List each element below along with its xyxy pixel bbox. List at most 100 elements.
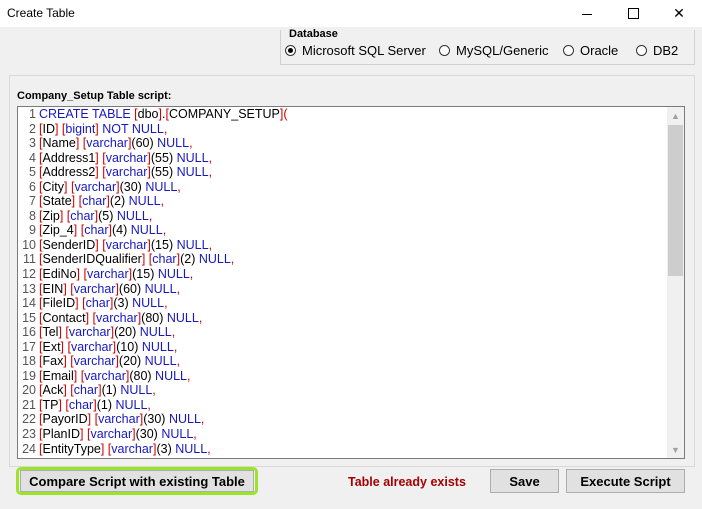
code-token: (2) <box>109 194 129 209</box>
code-token: Fax <box>42 354 64 369</box>
code-text: [EdiNo] [varchar](15) NULL, <box>39 267 193 282</box>
code-token: , <box>152 383 156 398</box>
code-text: [Address2] [varchar](55) NULL, <box>39 165 212 180</box>
code-token: varchar <box>105 150 148 165</box>
code-line: 22 [PayorID] [varchar](30) NULL, <box>18 412 667 427</box>
code-text: [Address1] [varchar](55) NULL, <box>39 151 212 166</box>
code-token: varchar <box>111 441 153 456</box>
code-line: 6 [City] [varchar](30) NULL, <box>18 180 667 195</box>
code-token: ] [ <box>76 267 87 282</box>
scroll-up-icon[interactable]: ▲ <box>667 107 684 124</box>
line-number: 11 <box>23 252 36 267</box>
radio-mssql[interactable]: Microsoft SQL Server <box>285 43 426 58</box>
code-token: varchar <box>90 427 133 442</box>
code-token: ] [ <box>95 150 106 165</box>
code-text: [EntityType] [varchar](3) NULL, <box>39 442 211 457</box>
radio-db2[interactable]: DB2 <box>636 43 678 58</box>
code-token: char <box>82 194 107 209</box>
line-number: 22 <box>22 412 36 427</box>
code-token: ] [ <box>59 208 71 223</box>
code-token: Zip_4 <box>42 223 74 238</box>
maximize-icon <box>627 8 639 19</box>
code-token: Ext <box>42 339 61 354</box>
code-token: (2) <box>180 252 199 267</box>
status-text: Table already exists <box>348 475 466 489</box>
compare-script-button[interactable]: Compare Script with existing Table <box>20 470 254 492</box>
code-token: NULL <box>144 354 177 369</box>
code-token: char <box>68 397 94 412</box>
scroll-down-icon[interactable]: ▼ <box>667 441 684 458</box>
code-token: NULL <box>176 165 209 180</box>
code-token: , <box>208 237 213 252</box>
code-text: [Zip_4] [char](4) NULL, <box>39 223 166 238</box>
code-token: varchar <box>74 179 117 194</box>
code-text: [Contact] [varchar](80) NULL, <box>39 311 202 326</box>
radio-mssql-label: Microsoft SQL Server <box>302 43 426 58</box>
radio-mssql-dot[interactable] <box>285 45 296 56</box>
close-icon: ✕ <box>673 5 685 21</box>
code-token: NULL <box>120 383 153 398</box>
code-token: varchar <box>96 310 138 325</box>
code-token: char <box>152 252 177 267</box>
code-text: [Email] [varchar](80) NULL, <box>39 369 191 384</box>
scroll-thumb[interactable] <box>668 125 683 276</box>
code-token: varchar <box>105 237 148 252</box>
code-token: varchar <box>84 368 126 383</box>
line-number: 3 <box>29 136 36 151</box>
line-number: 9 <box>29 223 36 238</box>
code-token: varchar <box>86 136 128 151</box>
code-token: FileID <box>42 296 76 311</box>
code-token: ] [ <box>75 136 87 151</box>
line-number: 23 <box>22 427 36 442</box>
code-token: (15) <box>132 267 158 282</box>
code-token: Name <box>42 136 76 151</box>
line-number: 6 <box>29 179 36 194</box>
radio-mysql-dot[interactable] <box>439 45 450 56</box>
radio-db2-dot[interactable] <box>636 45 647 56</box>
code-line: 23 [PlanID] [varchar](30) NULL, <box>18 427 667 442</box>
code-token: , <box>187 368 191 383</box>
title-bar: Create Table ✕ <box>0 0 702 27</box>
code-text: [Ack] [char](1) NULL, <box>39 383 156 398</box>
code-token: , <box>171 325 176 340</box>
execute-script-button[interactable]: Execute Script <box>566 469 685 493</box>
code-token: (30) <box>143 412 169 427</box>
script-editor[interactable]: 1 CREATE TABLE [dbo].[COMPANY_SETUP](2 [ID… <box>17 106 685 459</box>
code-token: NULL <box>166 310 199 325</box>
code-token: NULL <box>145 179 178 194</box>
save-button[interactable]: Save <box>490 469 559 493</box>
line-number: 1 <box>29 107 36 121</box>
vertical-scrollbar[interactable]: ▲ ▼ <box>667 107 684 458</box>
line-number: 8 <box>29 208 36 223</box>
code-line: 24 [EntityType] [varchar](3) NULL, <box>18 442 667 457</box>
code-token: , <box>230 252 235 267</box>
code-token: varchar <box>98 412 140 427</box>
code-token: SenderID <box>42 237 96 252</box>
line-number: 12 <box>22 267 36 282</box>
code-token: , <box>173 339 178 354</box>
code-line: 12 [EdiNo] [varchar](15) NULL, <box>18 267 667 282</box>
code-text: [FileID] [char](3) NULL, <box>39 296 168 311</box>
code-line: 3 [Name] [varchar](60) NULL, <box>18 136 667 151</box>
code-token: ] [ <box>95 237 106 252</box>
code-token: , <box>160 194 165 209</box>
code-token: , <box>177 179 181 194</box>
radio-oracle-dot[interactable] <box>563 45 574 56</box>
code-token: EIN <box>42 281 64 296</box>
radio-oracle[interactable]: Oracle <box>563 43 618 58</box>
code-token: City <box>42 179 65 194</box>
code-token: (4) <box>112 223 131 238</box>
minimize-button[interactable] <box>564 0 610 27</box>
code-token: ] [ <box>80 427 91 442</box>
radio-mysql[interactable]: MySQL/Generic <box>439 43 548 58</box>
code-line: 18 [Fax] [varchar](20) NULL, <box>18 354 667 369</box>
code-token: EdiNo <box>42 267 77 282</box>
code-token: ID <box>42 121 55 136</box>
code-token: PlanID <box>42 427 81 442</box>
code-token: dbo <box>137 107 159 121</box>
code-token: varchar <box>68 325 111 340</box>
code-token: char <box>73 383 99 398</box>
maximize-button[interactable] <box>610 0 656 27</box>
close-button[interactable]: ✕ <box>656 0 702 27</box>
code-text: [Name] [varchar](60) NULL, <box>39 136 193 151</box>
